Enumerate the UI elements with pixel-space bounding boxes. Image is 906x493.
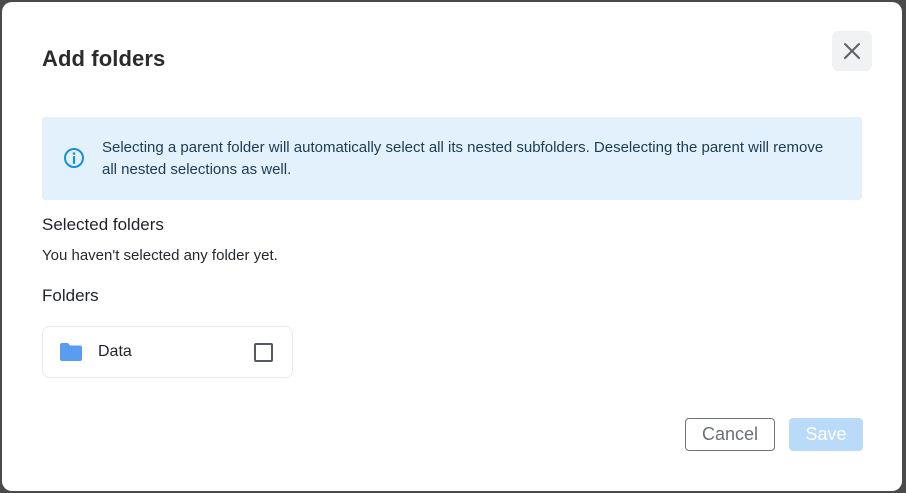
info-banner-text: Selecting a parent folder will automatic…	[102, 139, 824, 178]
folder-item-data[interactable]: Data	[42, 326, 293, 378]
info-banner: Selecting a parent folder will automatic…	[42, 117, 862, 200]
selected-folders-heading: Selected folders	[42, 215, 164, 234]
add-folders-dialog: Add folders Selecting a parent folder wi…	[2, 2, 902, 491]
folder-checkbox[interactable]	[254, 343, 273, 362]
close-button[interactable]	[832, 31, 872, 71]
empty-selection-message: You haven't selected any folder yet.	[42, 247, 278, 264]
close-icon	[844, 43, 860, 59]
info-circle-icon	[64, 148, 84, 168]
folders-heading: Folders	[42, 286, 99, 305]
cancel-button[interactable]: Cancel	[685, 418, 775, 451]
save-button[interactable]: Save	[789, 418, 863, 451]
folder-item-label: Data	[98, 343, 132, 360]
dialog-title: Add folders	[42, 46, 166, 71]
folder-icon	[60, 343, 82, 361]
